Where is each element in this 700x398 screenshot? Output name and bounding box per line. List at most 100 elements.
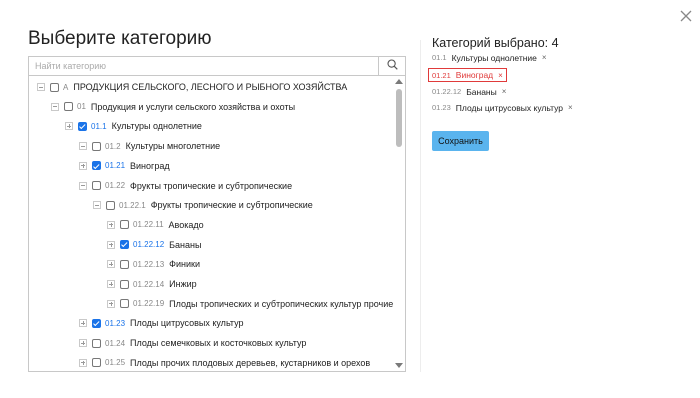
selected-category-code: 01.21: [432, 70, 451, 80]
category-checkbox[interactable]: [92, 358, 101, 368]
selected-category-label: Культуры однолетние: [451, 52, 537, 63]
save-button[interactable]: Сохранить: [432, 131, 489, 151]
tree-row[interactable]: 01.22.13 Финики: [107, 255, 200, 273]
category-code: 01.22.1: [119, 200, 146, 210]
category-label: Инжир: [169, 279, 197, 289]
category-checkbox[interactable]: [120, 220, 129, 230]
expand-icon[interactable]: [79, 161, 87, 170]
category-label: Культуры однолетние: [111, 121, 202, 132]
category-checkbox[interactable]: [64, 102, 73, 112]
category-code: 01.2: [105, 141, 121, 151]
tree-row[interactable]: 01.23 Плоды цитрусовых культур: [79, 314, 244, 332]
category-label: Плоды семечковых и косточковых культур: [130, 338, 307, 349]
category-code: 01.22.13: [133, 259, 165, 269]
category-checkbox[interactable]: [120, 279, 129, 289]
collapse-icon[interactable]: [37, 83, 45, 91]
category-tree: А ПРОДУКЦИЯ СЕЛЬСКОГО, ЛЕСНОГО И РЫБНОГО …: [28, 76, 406, 372]
selected-category-chip: 01.1 Культуры однолетние ×: [432, 51, 547, 64]
category-checkbox[interactable]: [50, 82, 59, 92]
expand-icon[interactable]: [79, 358, 87, 367]
category-label: Фрукты тропические и субтропические: [130, 180, 293, 191]
category-label: Бананы: [169, 239, 202, 250]
category-code: 01.23: [105, 318, 126, 328]
collapse-icon[interactable]: [79, 142, 87, 151]
category-code: А: [63, 82, 69, 92]
category-label: Культуры многолетние: [125, 141, 221, 152]
selected-category-chip: 01.22.12 Бананы ×: [432, 85, 506, 98]
category-checkbox[interactable]: [92, 181, 101, 190]
tree-row[interactable]: 01.22.12 Бананы: [107, 236, 201, 254]
selected-category-code: 01.23: [432, 103, 451, 112]
tree-row[interactable]: 01.22.19 Плоды тропических и субтропическ…: [107, 295, 393, 313]
search-input[interactable]: [29, 57, 385, 75]
category-label: Плоды цитрусовых культур: [130, 318, 244, 329]
remove-icon[interactable]: ×: [502, 87, 507, 96]
category-checkbox[interactable]: [120, 240, 129, 250]
scroll-down-arrow-icon[interactable]: [395, 363, 403, 368]
expand-icon[interactable]: [107, 299, 115, 308]
category-label: Продукция и услуги сельского хозяйства и…: [90, 101, 296, 112]
expand-icon[interactable]: [79, 319, 87, 328]
tree-row[interactable]: 01.24 Плоды семечковых и косточковых куль…: [79, 334, 306, 352]
category-label: Фрукты тропические и субтропические: [150, 200, 313, 211]
category-checkbox[interactable]: [92, 318, 101, 328]
category-code: 01.21: [105, 161, 126, 171]
collapse-icon[interactable]: [51, 102, 59, 111]
selected-category-chip: 01.23 Плоды цитрусовых культур ×: [432, 101, 573, 114]
tree-scrollbar[interactable]: [393, 76, 405, 371]
tree-row[interactable]: 01.1 Культуры однолетние: [65, 117, 202, 135]
selected-category-chip: 01.21 Виноград ×: [428, 68, 507, 82]
category-label: Плоды тропических и субтропических культ…: [169, 298, 394, 309]
tree-row[interactable]: А ПРОДУКЦИЯ СЕЛЬСКОГО, ЛЕСНОГО И РЫБНОГО …: [37, 78, 347, 96]
category-code: 01.22.19: [133, 299, 165, 309]
category-checkbox[interactable]: [120, 299, 129, 309]
category-code: 01.22.11: [133, 220, 164, 230]
search-button[interactable]: [378, 57, 405, 75]
category-code: 01.22.12: [133, 240, 165, 250]
expand-icon[interactable]: [107, 260, 115, 269]
category-label: Плоды прочих плодовых деревьев, кустарни…: [130, 357, 371, 368]
collapse-icon[interactable]: [79, 181, 87, 190]
scrollbar-thumb[interactable]: [396, 89, 402, 147]
tree-row[interactable]: 01.22 Фрукты тропические и субтропические: [79, 177, 292, 195]
tree-row[interactable]: 01.22.1 Фрукты тропические и субтропическ…: [93, 196, 313, 214]
category-checkbox[interactable]: [120, 259, 129, 269]
category-label: Финики: [169, 259, 200, 270]
category-label: Виноград: [130, 160, 170, 171]
expand-icon[interactable]: [65, 122, 73, 131]
category-checkbox[interactable]: [106, 200, 115, 210]
remove-icon[interactable]: ×: [498, 71, 503, 80]
category-code: 01.25: [105, 358, 126, 368]
panel-divider: [420, 40, 421, 372]
expand-icon[interactable]: [107, 220, 115, 229]
tree-row[interactable]: 01.2 Культуры многолетние: [79, 137, 220, 155]
category-code: 01.22.14: [133, 279, 165, 289]
category-checkbox[interactable]: [78, 121, 87, 131]
remove-icon[interactable]: ×: [568, 103, 573, 112]
tree-row[interactable]: 01.22.14 Инжир: [107, 275, 197, 293]
category-code: 01.1: [91, 121, 107, 131]
expand-icon[interactable]: [107, 240, 115, 249]
expand-icon[interactable]: [107, 280, 115, 288]
dialog-title: Выберите категорию: [28, 28, 212, 49]
scroll-up-arrow-icon[interactable]: [395, 79, 403, 84]
category-checkbox[interactable]: [92, 161, 101, 171]
selected-category-code: 01.1: [432, 53, 447, 62]
category-code: 01.24: [105, 338, 126, 348]
category-checkbox[interactable]: [92, 141, 101, 151]
collapse-icon[interactable]: [93, 201, 101, 210]
tree-row[interactable]: 01.22.11 Авокадо: [107, 216, 204, 234]
selected-count-title: Категорий выбрано: 4: [432, 36, 559, 50]
category-code: 01.22: [105, 181, 126, 190]
tree-row[interactable]: 01 Продукция и услуги сельского хозяйства…: [51, 98, 295, 116]
category-label: ПРОДУКЦИЯ СЕЛЬСКОГО, ЛЕСНОГО И РЫБНОГО Х…: [73, 82, 348, 92]
category-checkbox[interactable]: [92, 338, 101, 348]
remove-icon[interactable]: ×: [542, 53, 547, 62]
tree-row[interactable]: 01.25 Плоды прочих плодовых деревьев, кус…: [79, 354, 371, 371]
category-code: 01: [77, 102, 86, 112]
close-icon[interactable]: [676, 6, 696, 26]
tree-row[interactable]: 01.21 Виноград: [79, 157, 170, 175]
category-label: Авокадо: [168, 219, 204, 230]
expand-icon[interactable]: [79, 339, 87, 348]
selected-category-label: Бананы: [466, 86, 497, 97]
